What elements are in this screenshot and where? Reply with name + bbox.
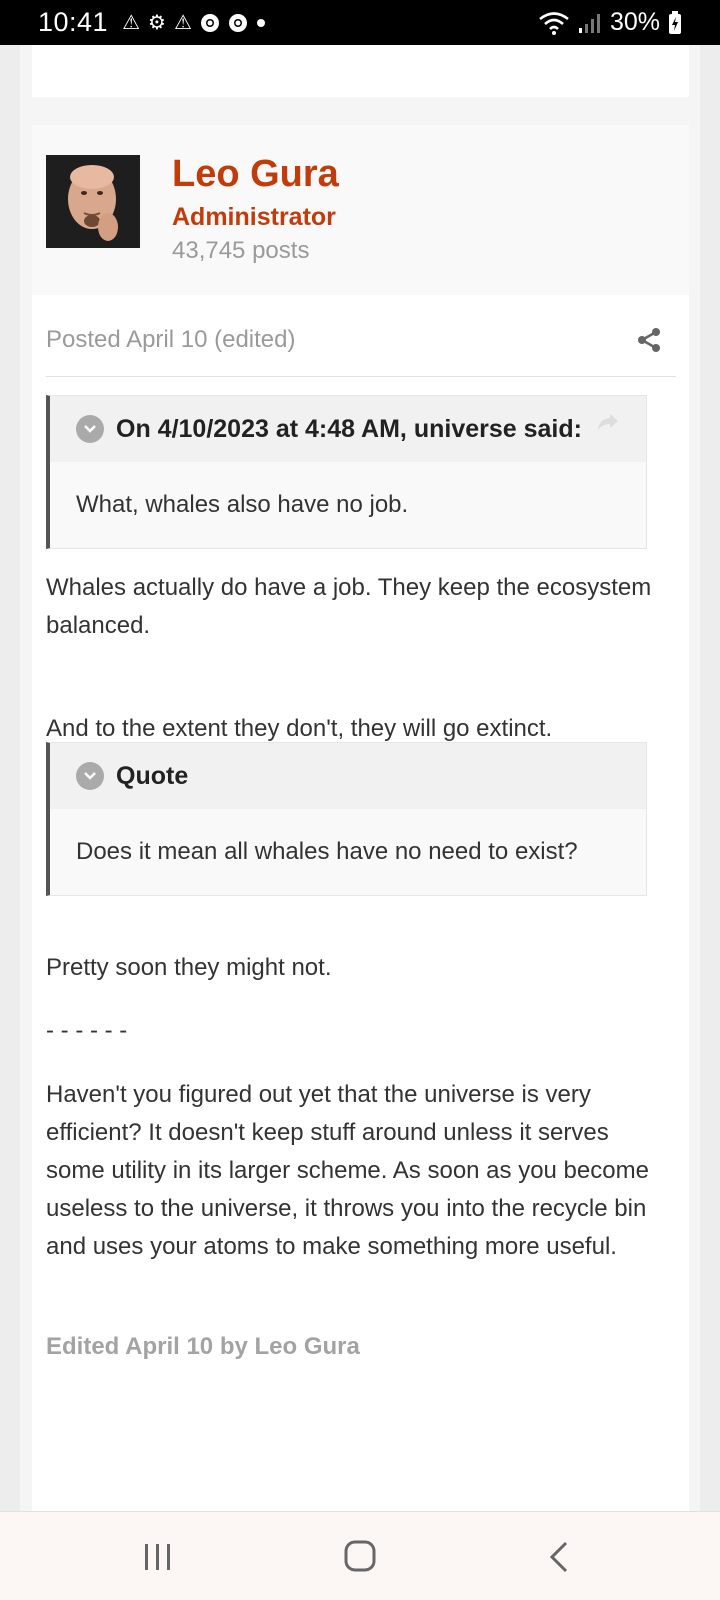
notification-icons: ⚠ ⚙ ⚠ xyxy=(122,13,266,33)
quote-citation: On 4/10/2023 at 4:48 AM, universe said: xyxy=(116,414,582,443)
settings-icon: ⚙ xyxy=(148,11,166,34)
author-avatar[interactable] xyxy=(46,155,140,248)
previous-post-footer xyxy=(32,45,689,97)
author-name[interactable]: Leo Gura xyxy=(172,153,339,196)
quote-citation: Quote xyxy=(116,761,189,790)
author-post-count: 43,745 posts xyxy=(172,237,310,264)
forum-post: Leo Gura Administrator 43,745 posts Post… xyxy=(32,125,689,1511)
post-meta: Posted April 10 (edited) xyxy=(46,325,676,377)
chevron-down-icon[interactable] xyxy=(76,762,104,790)
warning-icon: ⚠ xyxy=(173,11,192,34)
quote-block: Quote Does it mean all whales have no ne… xyxy=(46,742,647,896)
battery-icon xyxy=(669,10,681,34)
chrome-icon xyxy=(200,13,219,32)
edited-note: Edited April 10 by Leo Gura xyxy=(46,1333,360,1360)
author-role: Administrator xyxy=(172,203,336,231)
warning-icon: ⚠ xyxy=(122,11,141,34)
chevron-down-icon[interactable] xyxy=(76,415,104,443)
dot-icon xyxy=(256,18,265,27)
status-bar: 10:41 ⚠ ⚙ ⚠ 30% xyxy=(0,0,720,45)
status-time: 10:41 xyxy=(38,7,109,37)
author-panel: Leo Gura Administrator 43,745 posts xyxy=(32,125,689,295)
wifi-icon xyxy=(539,11,569,35)
chrome-icon xyxy=(228,13,247,32)
home-icon[interactable] xyxy=(340,1540,380,1574)
go-to-quoted-post-icon[interactable] xyxy=(596,412,620,432)
posted-date[interactable]: Posted April 10 (edited) xyxy=(46,325,676,355)
quote-header[interactable]: On 4/10/2023 at 4:48 AM, universe said: xyxy=(50,396,646,462)
post-paragraph: Whales actually do have a job. They keep… xyxy=(46,574,652,639)
battery-level: 30% xyxy=(609,8,660,36)
recent-apps-icon[interactable] xyxy=(138,1540,178,1574)
back-icon[interactable] xyxy=(540,1540,580,1574)
post-paragraph: Haven't you figured out yet that the uni… xyxy=(46,1081,649,1260)
quote-text: What, whales also have no job. xyxy=(76,491,409,518)
signal-icon xyxy=(578,13,600,33)
post-paragraph: Pretty soon they might not. xyxy=(46,954,332,981)
separator-text: - - - - - - xyxy=(46,1017,128,1044)
quote-header[interactable]: Quote xyxy=(50,743,646,809)
system-navigation-bar xyxy=(0,1511,720,1600)
quote-block: On 4/10/2023 at 4:48 AM, universe said: … xyxy=(46,395,647,549)
forum-page: Leo Gura Administrator 43,745 posts Post… xyxy=(20,45,700,1511)
quote-text: Does it mean all whales have no need to … xyxy=(76,838,578,865)
share-icon[interactable] xyxy=(636,327,662,353)
